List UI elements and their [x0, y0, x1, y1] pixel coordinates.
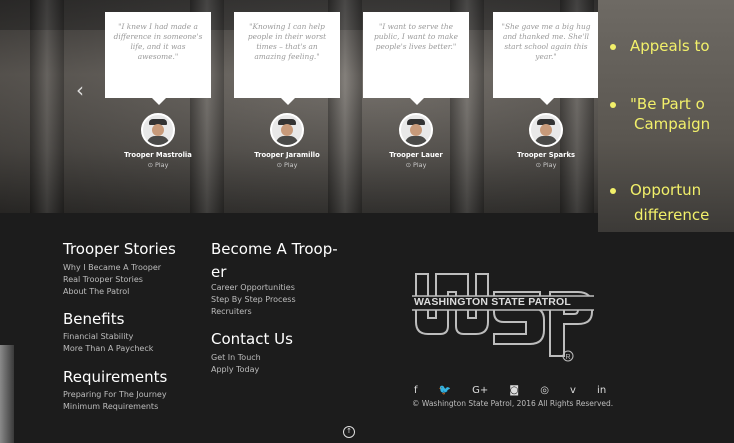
google-plus-icon[interactable]: G+: [472, 385, 488, 396]
play-button[interactable]: ⊙ Play: [363, 161, 469, 169]
carousel-prev-icon[interactable]: ‹: [76, 80, 84, 100]
play-icon: ⊙: [276, 161, 285, 169]
footer-column-2: Become A Troop- er Career Opportunities …: [211, 240, 338, 376]
facebook-icon[interactable]: f: [414, 385, 418, 396]
trooper-name: Trooper Sparks: [516, 151, 576, 159]
footer-link[interactable]: Preparing For The Journey: [63, 389, 176, 401]
testimonial-quote: "I want to serve the public, I want to m…: [363, 12, 469, 105]
footer-link[interactable]: Apply Today: [211, 364, 338, 376]
footer-link[interactable]: Real Trooper Stories: [63, 274, 176, 286]
footer-link[interactable]: Step By Step Process: [211, 294, 338, 306]
copyright: © Washington State Patrol, 2016 All Righ…: [412, 399, 614, 408]
slide-bullet: "Be Part o: [610, 94, 705, 114]
avatar[interactable]: [399, 113, 433, 147]
footer-link[interactable]: Financial Stability: [63, 331, 176, 343]
play-icon: ⊙: [147, 161, 156, 169]
avatar[interactable]: [270, 113, 304, 147]
play-button[interactable]: ⊙ Play: [493, 161, 599, 169]
svg-text:R: R: [565, 354, 570, 361]
linkedin-icon[interactable]: in: [597, 385, 606, 396]
footer-link[interactable]: More Than A Paycheck: [63, 343, 176, 355]
footer-link[interactable]: Career Opportunities: [211, 282, 338, 294]
slide-bullet-cont: Campaign: [634, 115, 711, 133]
footer-link[interactable]: Get In Touch: [211, 352, 338, 364]
background-edge: [0, 345, 14, 443]
play-button[interactable]: ⊙ Play: [105, 161, 211, 169]
pinterest-icon[interactable]: ◎: [540, 385, 549, 396]
trooper-name: Trooper Mastrolia: [124, 151, 192, 159]
social-links: f 🐦 G+ ◙ ◎ v in: [414, 378, 622, 397]
play-icon: ⊙: [405, 161, 414, 169]
avatar[interactable]: [529, 113, 563, 147]
footer-heading: Contact Us: [211, 330, 293, 348]
footer-heading: Benefits: [63, 310, 125, 328]
footer-column-1: Trooper Stories Why I Became A Trooper R…: [63, 240, 176, 413]
footer-heading: Requirements: [63, 368, 168, 386]
vine-icon[interactable]: v: [570, 385, 576, 396]
footer-heading: Become A Troop-: [211, 240, 338, 258]
slide-bullet-cont: difference: [634, 206, 710, 224]
bullet-dot-icon: [610, 43, 616, 50]
slide-bullet: Opportun: [610, 180, 701, 200]
play-button[interactable]: ⊙ Play: [234, 161, 340, 169]
bullet-dot-icon: [610, 101, 616, 108]
twitter-icon[interactable]: 🐦: [439, 385, 451, 396]
testimonial-quote: "She gave me a big hug and thanked me. S…: [493, 12, 599, 105]
trooper-name: Trooper Lauer: [389, 151, 443, 159]
logo-text: WASHINGTON STATE PATROL: [414, 296, 572, 308]
footer-link[interactable]: Minimum Requirements: [63, 401, 176, 413]
footer-link[interactable]: About The Patrol: [63, 286, 176, 298]
avatar[interactable]: [141, 113, 175, 147]
wsp-logo[interactable]: R WASHINGTON STATE PATROL: [412, 272, 594, 368]
play-icon: ⊙: [535, 161, 544, 169]
footer-heading: Trooper Stories: [63, 240, 176, 258]
scroll-top-icon[interactable]: ↑: [343, 426, 355, 438]
trooper-name: Trooper Jaramillo: [254, 151, 320, 159]
instagram-icon[interactable]: ◙: [509, 385, 519, 396]
testimonial-quote: "Knowing I can help people in their wors…: [234, 12, 340, 105]
footer-link[interactable]: Why I Became A Trooper: [63, 262, 176, 274]
testimonial-quote: "I knew I had made a difference in someo…: [105, 12, 211, 105]
slide-bullet: Appeals to: [610, 36, 710, 56]
footer-link[interactable]: Recruiters: [211, 306, 338, 318]
bullet-dot-icon: [610, 187, 616, 194]
footer-heading-cont: er: [211, 263, 227, 281]
